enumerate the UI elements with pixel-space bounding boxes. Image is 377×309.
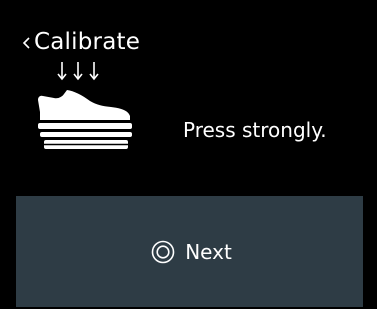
page-title: Calibrate xyxy=(34,29,141,55)
instruction-text: Press strongly. xyxy=(183,118,327,142)
calibrate-illustration xyxy=(34,60,142,160)
ring-icon xyxy=(151,240,175,264)
next-button-label: Next xyxy=(185,239,232,264)
shoe-on-scale-icon xyxy=(38,90,132,149)
down-arrows-icon xyxy=(57,62,99,81)
next-button[interactable]: Next xyxy=(16,196,363,307)
back-button[interactable]: Calibrate xyxy=(22,28,140,56)
chevron-left-icon xyxy=(22,35,32,49)
